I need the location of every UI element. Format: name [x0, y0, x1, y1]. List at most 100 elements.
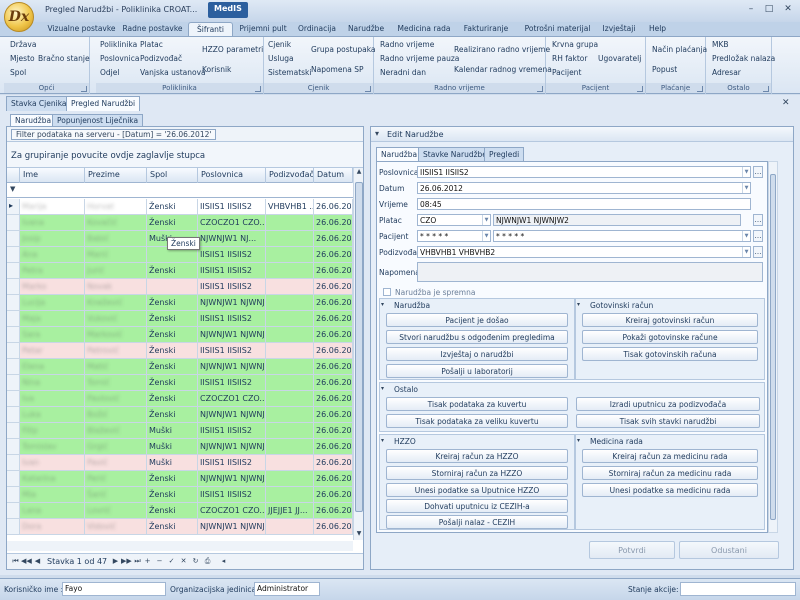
- group-launcher-icon[interactable]: [365, 86, 371, 92]
- row-indicator[interactable]: [7, 359, 20, 375]
- ribbon-item-korisnik[interactable]: Korisnik: [202, 65, 231, 74]
- ribbon-item-krvna-grupa[interactable]: Krvna grupa: [552, 40, 598, 49]
- pacijent-je-dosao-button[interactable]: Pacijent je došao: [386, 313, 568, 327]
- ribbon-item-sistematski[interactable]: Sistematski: [268, 68, 311, 77]
- cell-podizvodac[interactable]: [266, 391, 314, 407]
- posalji-laboratorij-button[interactable]: Pošalji u laboratorij: [386, 364, 568, 378]
- cell-poslovnica[interactable]: NJWNJW1 NJWNJW2: [198, 295, 266, 311]
- odgodeni-pregledi-button[interactable]: Stvori narudžbu s odgođenim pregledima: [386, 330, 568, 344]
- cell-ime[interactable]: Katarina: [20, 471, 85, 487]
- cell-poslovnica[interactable]: IISIIS1 IISIIS2: [198, 487, 266, 503]
- table-row[interactable]: Lana Lovrić Ženski CZOCZO1 CZO... JJEJJE1 JJ…: [7, 503, 353, 519]
- prev-record-icon[interactable]: ◀: [33, 556, 42, 567]
- ribbon-item-poslovnica[interactable]: Poslovnica: [100, 54, 139, 63]
- podizvodac-select[interactable]: VHBVHB1 VHBVHB2 ▼: [417, 246, 751, 258]
- cell-podizvodac[interactable]: [266, 231, 314, 247]
- cell-podizvodac[interactable]: JJEJJE1 JJ...: [266, 503, 314, 519]
- cell-podizvodac[interactable]: [266, 295, 314, 311]
- cell-podizvodac[interactable]: [266, 311, 314, 327]
- cell-poslovnica[interactable]: NJWNJW1 NJWNJW2: [198, 439, 266, 455]
- cell-ime[interactable]: Marija: [20, 199, 85, 215]
- table-row[interactable]: SaraMarkovićŽenskiNJWNJW1 NJWNJW2 26.06.2…: [7, 327, 353, 343]
- cell-prezime[interactable]: Novak: [85, 279, 147, 295]
- cell-poslovnica[interactable]: NJWNJW1 NJWNJW2: [198, 359, 266, 375]
- posalji-nalaz-cezih-button[interactable]: Pošalji nalaz - CEZIH: [386, 515, 568, 529]
- cell-spol[interactable]: [147, 279, 198, 295]
- ribbon-tab-radne-postavke[interactable]: Radne postavke: [121, 22, 184, 36]
- cell-datum[interactable]: 26.06.2012: [314, 455, 353, 471]
- podizvodac-lookup-button[interactable]: …: [753, 246, 763, 258]
- ribbon-tab-sifranti[interactable]: Šifranti: [188, 22, 233, 36]
- cell-spol[interactable]: Ženski: [147, 503, 198, 519]
- ribbon-item-radno-vrijeme-pauza[interactable]: Radno vrijeme pauza: [380, 54, 459, 63]
- cell-podizvodac[interactable]: [266, 375, 314, 391]
- ribbon-item-kalendar-radnog-vremena[interactable]: Kalendar radnog vremena: [454, 65, 552, 74]
- cell-prezime[interactable]: Pavić: [85, 455, 147, 471]
- cell-poslovnica[interactable]: NJWNJW1 NJ...: [198, 231, 266, 247]
- cell-spol[interactable]: Ženski: [147, 487, 198, 503]
- cell-datum[interactable]: 26.06.2012: [314, 391, 353, 407]
- table-row[interactable]: NinaTomićŽenskiIISIIS1 IISIIS2 26.06.2012: [7, 375, 353, 391]
- cell-podizvodac[interactable]: [266, 439, 314, 455]
- cell-prezime[interactable]: Vuković: [85, 311, 147, 327]
- ribbon-item-vanjska-ustanova[interactable]: Vanjska ustanova: [140, 68, 206, 77]
- cell-datum[interactable]: 26.06.2012: [314, 215, 353, 231]
- cell-ime[interactable]: Mia: [20, 487, 85, 503]
- cell-poslovnica[interactable]: CZOCZO1 CZO...: [198, 215, 266, 231]
- scroll-thumb[interactable]: [770, 174, 776, 520]
- cell-prezime[interactable]: Horvat: [85, 199, 147, 215]
- table-row[interactable]: IvaPavlovićŽenskiCZOCZO1 CZO... 26.06.201…: [7, 391, 353, 407]
- group-launcher-icon[interactable]: [763, 86, 769, 92]
- cell-poslovnica[interactable]: IISIIS1 IISIIS2: [198, 423, 266, 439]
- group-launcher-icon[interactable]: [537, 86, 543, 92]
- ribbon-item-platac[interactable]: Platac: [140, 40, 163, 49]
- cell-ime[interactable]: Lana: [20, 503, 85, 519]
- cell-ime[interactable]: Marko: [20, 279, 85, 295]
- cell-prezime[interactable]: Božić: [85, 407, 147, 423]
- cell-datum[interactable]: 26.06.2012: [314, 439, 353, 455]
- cell-podizvodac[interactable]: [266, 455, 314, 471]
- ribbon-item-popust[interactable]: Popust: [652, 65, 677, 74]
- poslovnica-select[interactable]: IISIIS1 IISIIS2 ▼: [417, 166, 751, 178]
- ribbon-item-realizirano-radno-vrijeme[interactable]: Realizirano radno vrijeme: [454, 45, 550, 54]
- grid-vertical-scrollbar[interactable]: ▲ ▼: [353, 168, 363, 540]
- table-row[interactable]: DoraVidovićŽenskiNJWNJW1 NJWNJW2 26.06.20…: [7, 519, 353, 535]
- cell-ime[interactable]: Dora: [20, 519, 85, 535]
- ribbon-item-bracno-stanje[interactable]: Bračno stanje: [38, 54, 90, 63]
- next-page-icon[interactable]: ▶▶: [121, 556, 132, 567]
- cell-spol[interactable]: Ženski: [147, 359, 198, 375]
- cell-spol[interactable]: Ženski: [147, 215, 198, 231]
- dohvati-uputnicu-cezih-button[interactable]: Dohvati uputnicu iz CEZIH-a: [386, 499, 568, 513]
- table-row[interactable]: MarkoNovak IISIIS1 IISIIS2 26.06.2012: [7, 279, 353, 295]
- section-collapse-icon[interactable]: ▾: [381, 385, 384, 392]
- cell-poslovnica[interactable]: IISIIS1 IISIIS2: [198, 375, 266, 391]
- table-row[interactable]: IvanPavićMuškiIISIIS1 IISIIS2 26.06.2012: [7, 455, 353, 471]
- table-row[interactable]: PetraJurićŽenskiIISIIS1 IISIIS2 26.06.201…: [7, 263, 353, 279]
- doc-tab-pregled-narudzbi[interactable]: Pregled Narudžbi: [66, 96, 141, 111]
- table-row[interactable]: KatarinaPerićŽenskiNJWNJW1 NJWNJW2 26.06.…: [7, 471, 353, 487]
- prev-page-icon[interactable]: ◀◀: [21, 556, 32, 567]
- cell-spol[interactable]: Ženski: [147, 263, 198, 279]
- first-record-icon[interactable]: ⏮: [11, 556, 20, 567]
- ribbon-item-poliklinika[interactable]: Poliklinika: [100, 40, 137, 49]
- izradi-uputnicu-button[interactable]: Izradi uputnicu za podizvođača: [576, 397, 760, 411]
- row-indicator[interactable]: [7, 311, 20, 327]
- poslovnica-lookup-button[interactable]: …: [753, 166, 763, 178]
- cell-prezime[interactable]: Kovačić: [85, 215, 147, 231]
- scroll-up-icon[interactable]: ▲: [354, 168, 364, 178]
- ribbon-tab-potrosni-materijal[interactable]: Potrošni materijal: [519, 22, 596, 36]
- pacijent-select[interactable]: * * * * * ▼: [417, 230, 491, 242]
- kreiraj-gotovinski-button[interactable]: Kreiraj gotovinski račun: [582, 313, 758, 327]
- save-record-icon[interactable]: ✓: [167, 556, 176, 567]
- cell-spol[interactable]: Ženski: [147, 391, 198, 407]
- tisak-gotovinskih-button[interactable]: Tisak gotovinskih računa: [582, 347, 758, 361]
- cell-spol[interactable]: Ženski: [147, 295, 198, 311]
- minimize-button[interactable]: –: [744, 3, 758, 16]
- cell-podizvodac[interactable]: [266, 279, 314, 295]
- group-launcher-icon[interactable]: [81, 86, 87, 92]
- table-row[interactable]: Ivana Kovačić Ženski CZOCZO1 CZO... 26.06.20…: [7, 215, 353, 231]
- row-indicator[interactable]: [7, 215, 20, 231]
- cell-prezime[interactable]: Vidović: [85, 519, 147, 535]
- row-indicator[interactable]: [7, 439, 20, 455]
- table-row[interactable]: Filip Blažević Muški IISIIS1 IISIIS2 26.06.2…: [7, 423, 353, 439]
